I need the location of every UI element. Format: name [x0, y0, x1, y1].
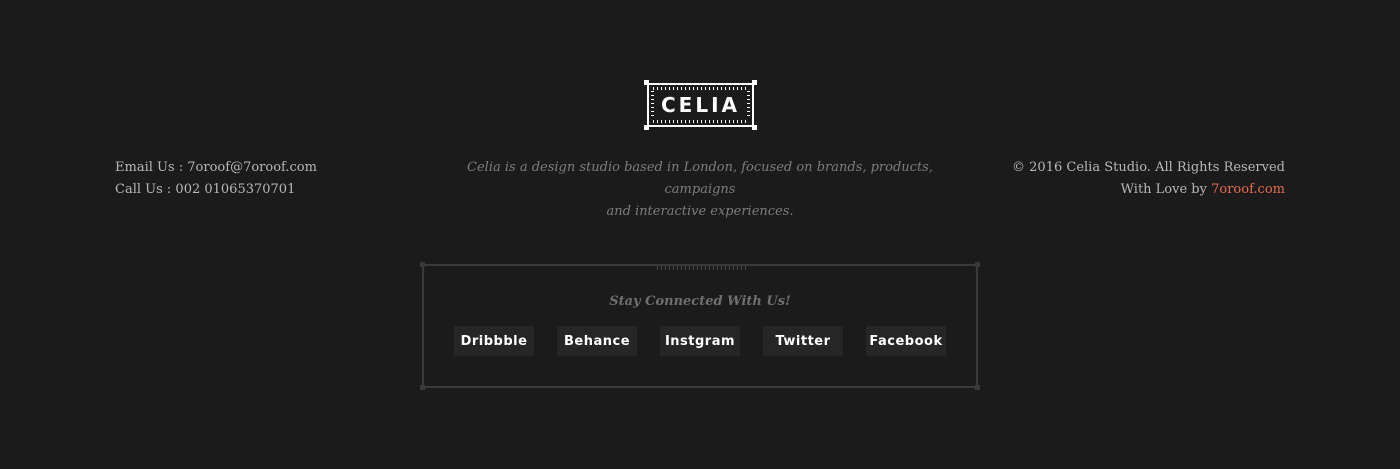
social-box: Stay Connected With Us! Dribbble Behance…	[420, 262, 980, 390]
credit-link[interactable]: 7oroof.com	[1211, 182, 1285, 197]
box-corner	[975, 262, 980, 267]
box-corner	[420, 385, 425, 390]
logo-ticks-bottom	[653, 120, 748, 123]
instagram-button[interactable]: Instgram	[660, 326, 740, 356]
studio-description: Celia is a design studio based in London…	[440, 157, 960, 223]
dribbble-button[interactable]: Dribbble	[454, 326, 534, 356]
logo-corner	[752, 80, 757, 85]
credit-line: With Love by 7oroof.com	[1012, 179, 1285, 201]
logo-text: CELIA	[660, 93, 740, 117]
description-line-2: and interactive experiences.	[606, 204, 794, 219]
logo-corner	[644, 125, 649, 130]
social-title: Stay Connected With Us!	[609, 294, 791, 309]
social-links: Dribbble Behance Instgram Twitter Facebo…	[454, 326, 946, 356]
copyright-line: © 2016 Celia Studio. All Rights Reserved	[1012, 160, 1285, 175]
contact-info: Email Us : 7oroof@7oroof.com Call Us : 0…	[115, 157, 317, 201]
box-corner	[975, 385, 980, 390]
copyright-info: © 2016 Celia Studio. All Rights Reserved…	[1012, 157, 1285, 201]
box-corner	[420, 262, 425, 267]
behance-button[interactable]: Behance	[557, 326, 637, 356]
phone-line: Call Us : 002 01065370701	[115, 182, 296, 197]
credit-prefix: With Love by	[1120, 182, 1212, 197]
facebook-button[interactable]: Facebook	[866, 326, 946, 356]
box-notch	[657, 266, 747, 270]
celia-logo[interactable]: CELIA	[643, 79, 758, 131]
email-line: Email Us : 7oroof@7oroof.com	[115, 160, 317, 175]
logo-corner	[644, 80, 649, 85]
twitter-button[interactable]: Twitter	[763, 326, 843, 356]
description-line-1: Celia is a design studio based in London…	[467, 160, 933, 197]
footer: CELIA Email Us : 7oroof@7oroof.com Call …	[0, 0, 1400, 469]
logo-corner	[752, 125, 757, 130]
logo-ticks-top	[653, 87, 748, 90]
